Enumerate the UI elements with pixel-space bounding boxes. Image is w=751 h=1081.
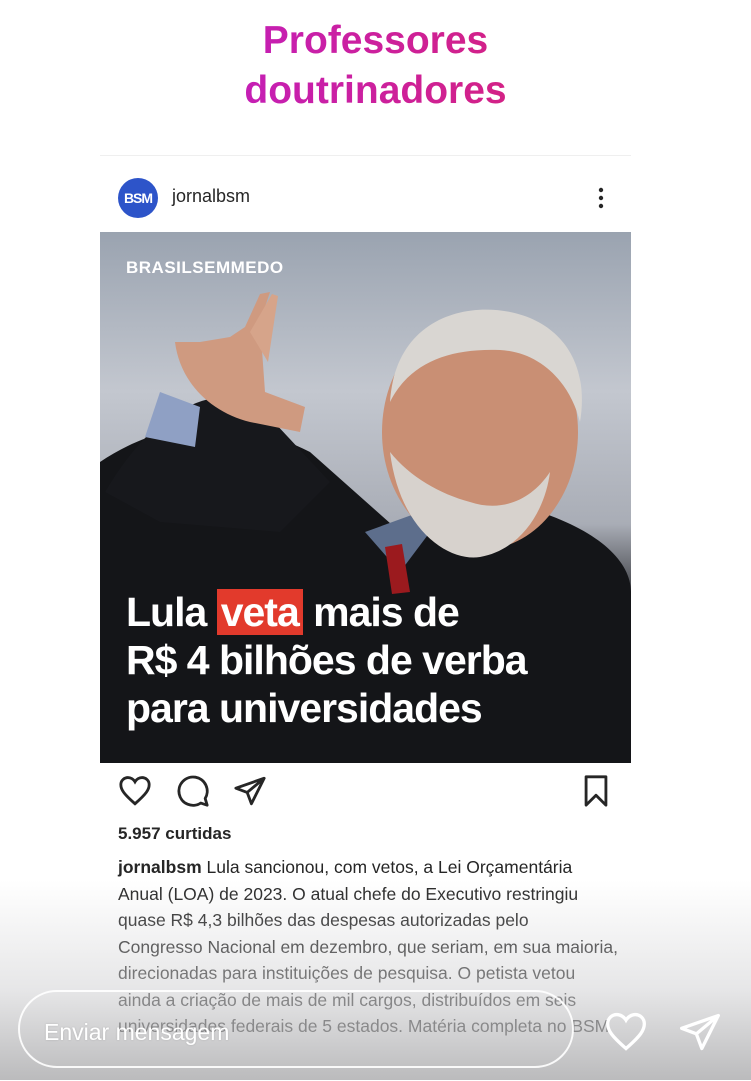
bookmark-icon[interactable] bbox=[579, 774, 613, 808]
comment-icon[interactable] bbox=[176, 774, 210, 808]
heart-icon[interactable] bbox=[118, 774, 152, 808]
post-username[interactable]: jornalbsm bbox=[172, 186, 250, 207]
image-watermark: BRASILSEMMEDO bbox=[126, 258, 284, 277]
headline-line2: R$ 4 bilhões de verba bbox=[126, 637, 528, 683]
story-title-line1: Professores bbox=[0, 16, 751, 66]
post-actions bbox=[100, 774, 631, 814]
heart-icon[interactable] bbox=[604, 1010, 648, 1054]
message-placeholder: Enviar mensagem bbox=[44, 1019, 230, 1045]
post-image[interactable]: BRASILSEMMEDO Lula veta mais de R$ 4 bil… bbox=[100, 232, 631, 763]
headline-part1: Lula bbox=[126, 589, 217, 635]
headline-part2: mais de bbox=[302, 589, 460, 635]
more-vertical-icon[interactable] bbox=[589, 186, 613, 210]
story-title-line2: doutrinadores bbox=[0, 66, 751, 116]
message-input[interactable]: Enviar mensagem bbox=[18, 990, 574, 1068]
headline-line3: para universidades bbox=[126, 685, 483, 731]
likes-count[interactable]: 5.957 curtidas bbox=[118, 824, 231, 844]
headline-highlight: veta bbox=[216, 589, 303, 635]
avatar[interactable]: BSM bbox=[118, 178, 158, 218]
post-header: BSM jornalbsm bbox=[100, 156, 631, 232]
send-icon[interactable] bbox=[678, 1010, 722, 1054]
caption-username[interactable]: jornalbsm bbox=[118, 857, 202, 877]
image-headline: Lula veta mais de R$ 4 bilhões de verba … bbox=[126, 588, 616, 732]
story-title: Professores doutrinadores bbox=[0, 16, 751, 116]
send-icon[interactable] bbox=[233, 774, 267, 808]
